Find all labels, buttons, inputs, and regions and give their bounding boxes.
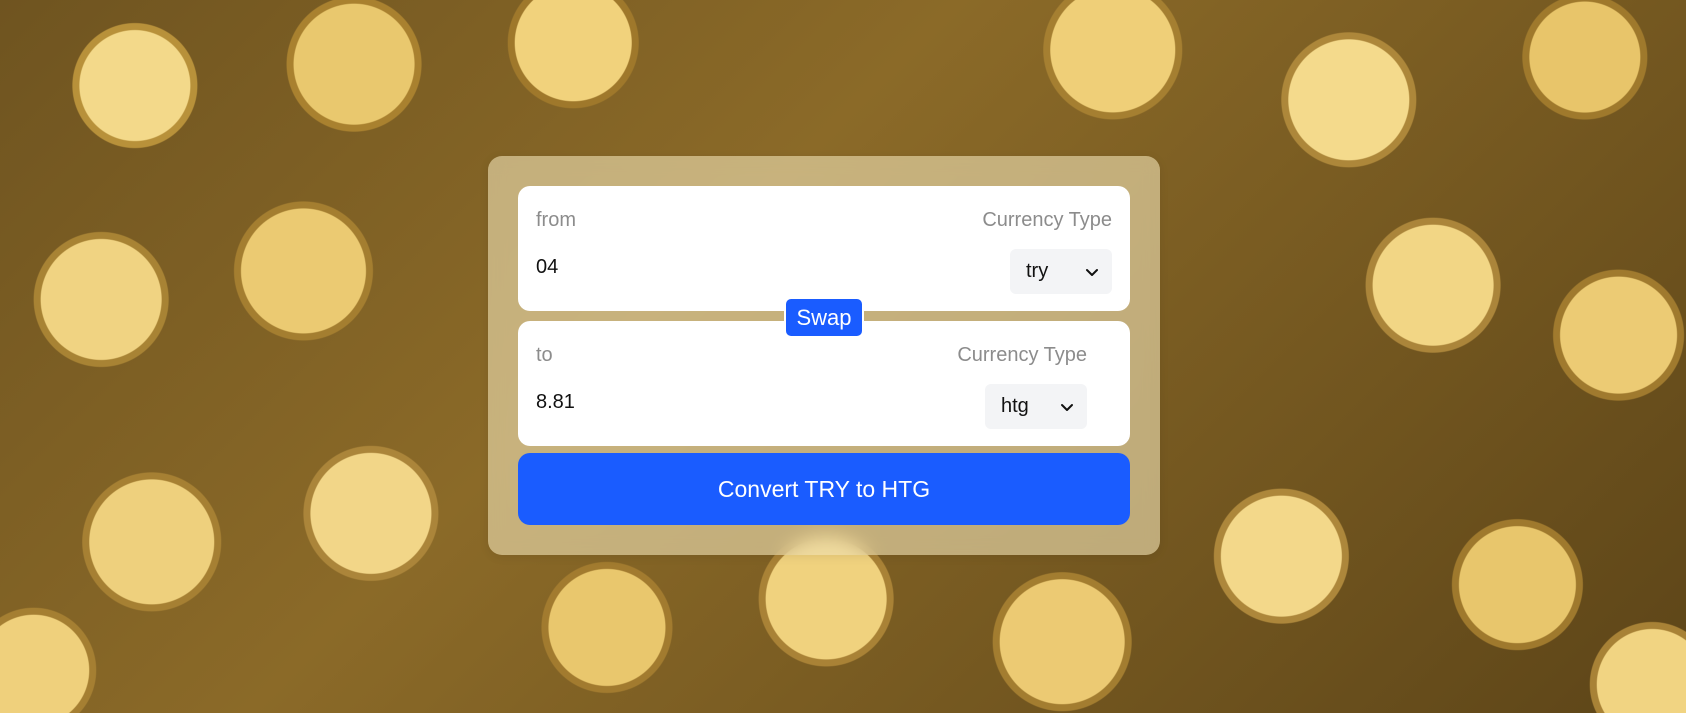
from-currency-panel: from Currency Type try — [518, 186, 1130, 311]
from-label: from — [536, 209, 576, 231]
convert-button[interactable]: Convert TRY to HTG — [518, 453, 1130, 525]
from-currency-value: try — [1026, 260, 1049, 282]
to-currency-panel: to Currency Type htg — [518, 321, 1130, 446]
from-currency-select[interactable]: try — [1010, 249, 1112, 294]
from-amount-input[interactable] — [536, 256, 866, 279]
to-currency-value: htg — [1001, 395, 1029, 417]
chevron-down-icon — [1086, 268, 1098, 276]
from-currency-type-label: Currency Type — [982, 209, 1112, 231]
converter-card: from Currency Type try Swap to Currency … — [488, 156, 1160, 555]
to-amount-input[interactable] — [536, 391, 866, 414]
to-currency-type-label: Currency Type — [957, 344, 1087, 366]
to-currency-select[interactable]: htg — [985, 384, 1087, 429]
swap-button[interactable]: Swap — [784, 297, 864, 338]
chevron-down-icon — [1061, 403, 1073, 411]
to-label: to — [536, 344, 553, 366]
